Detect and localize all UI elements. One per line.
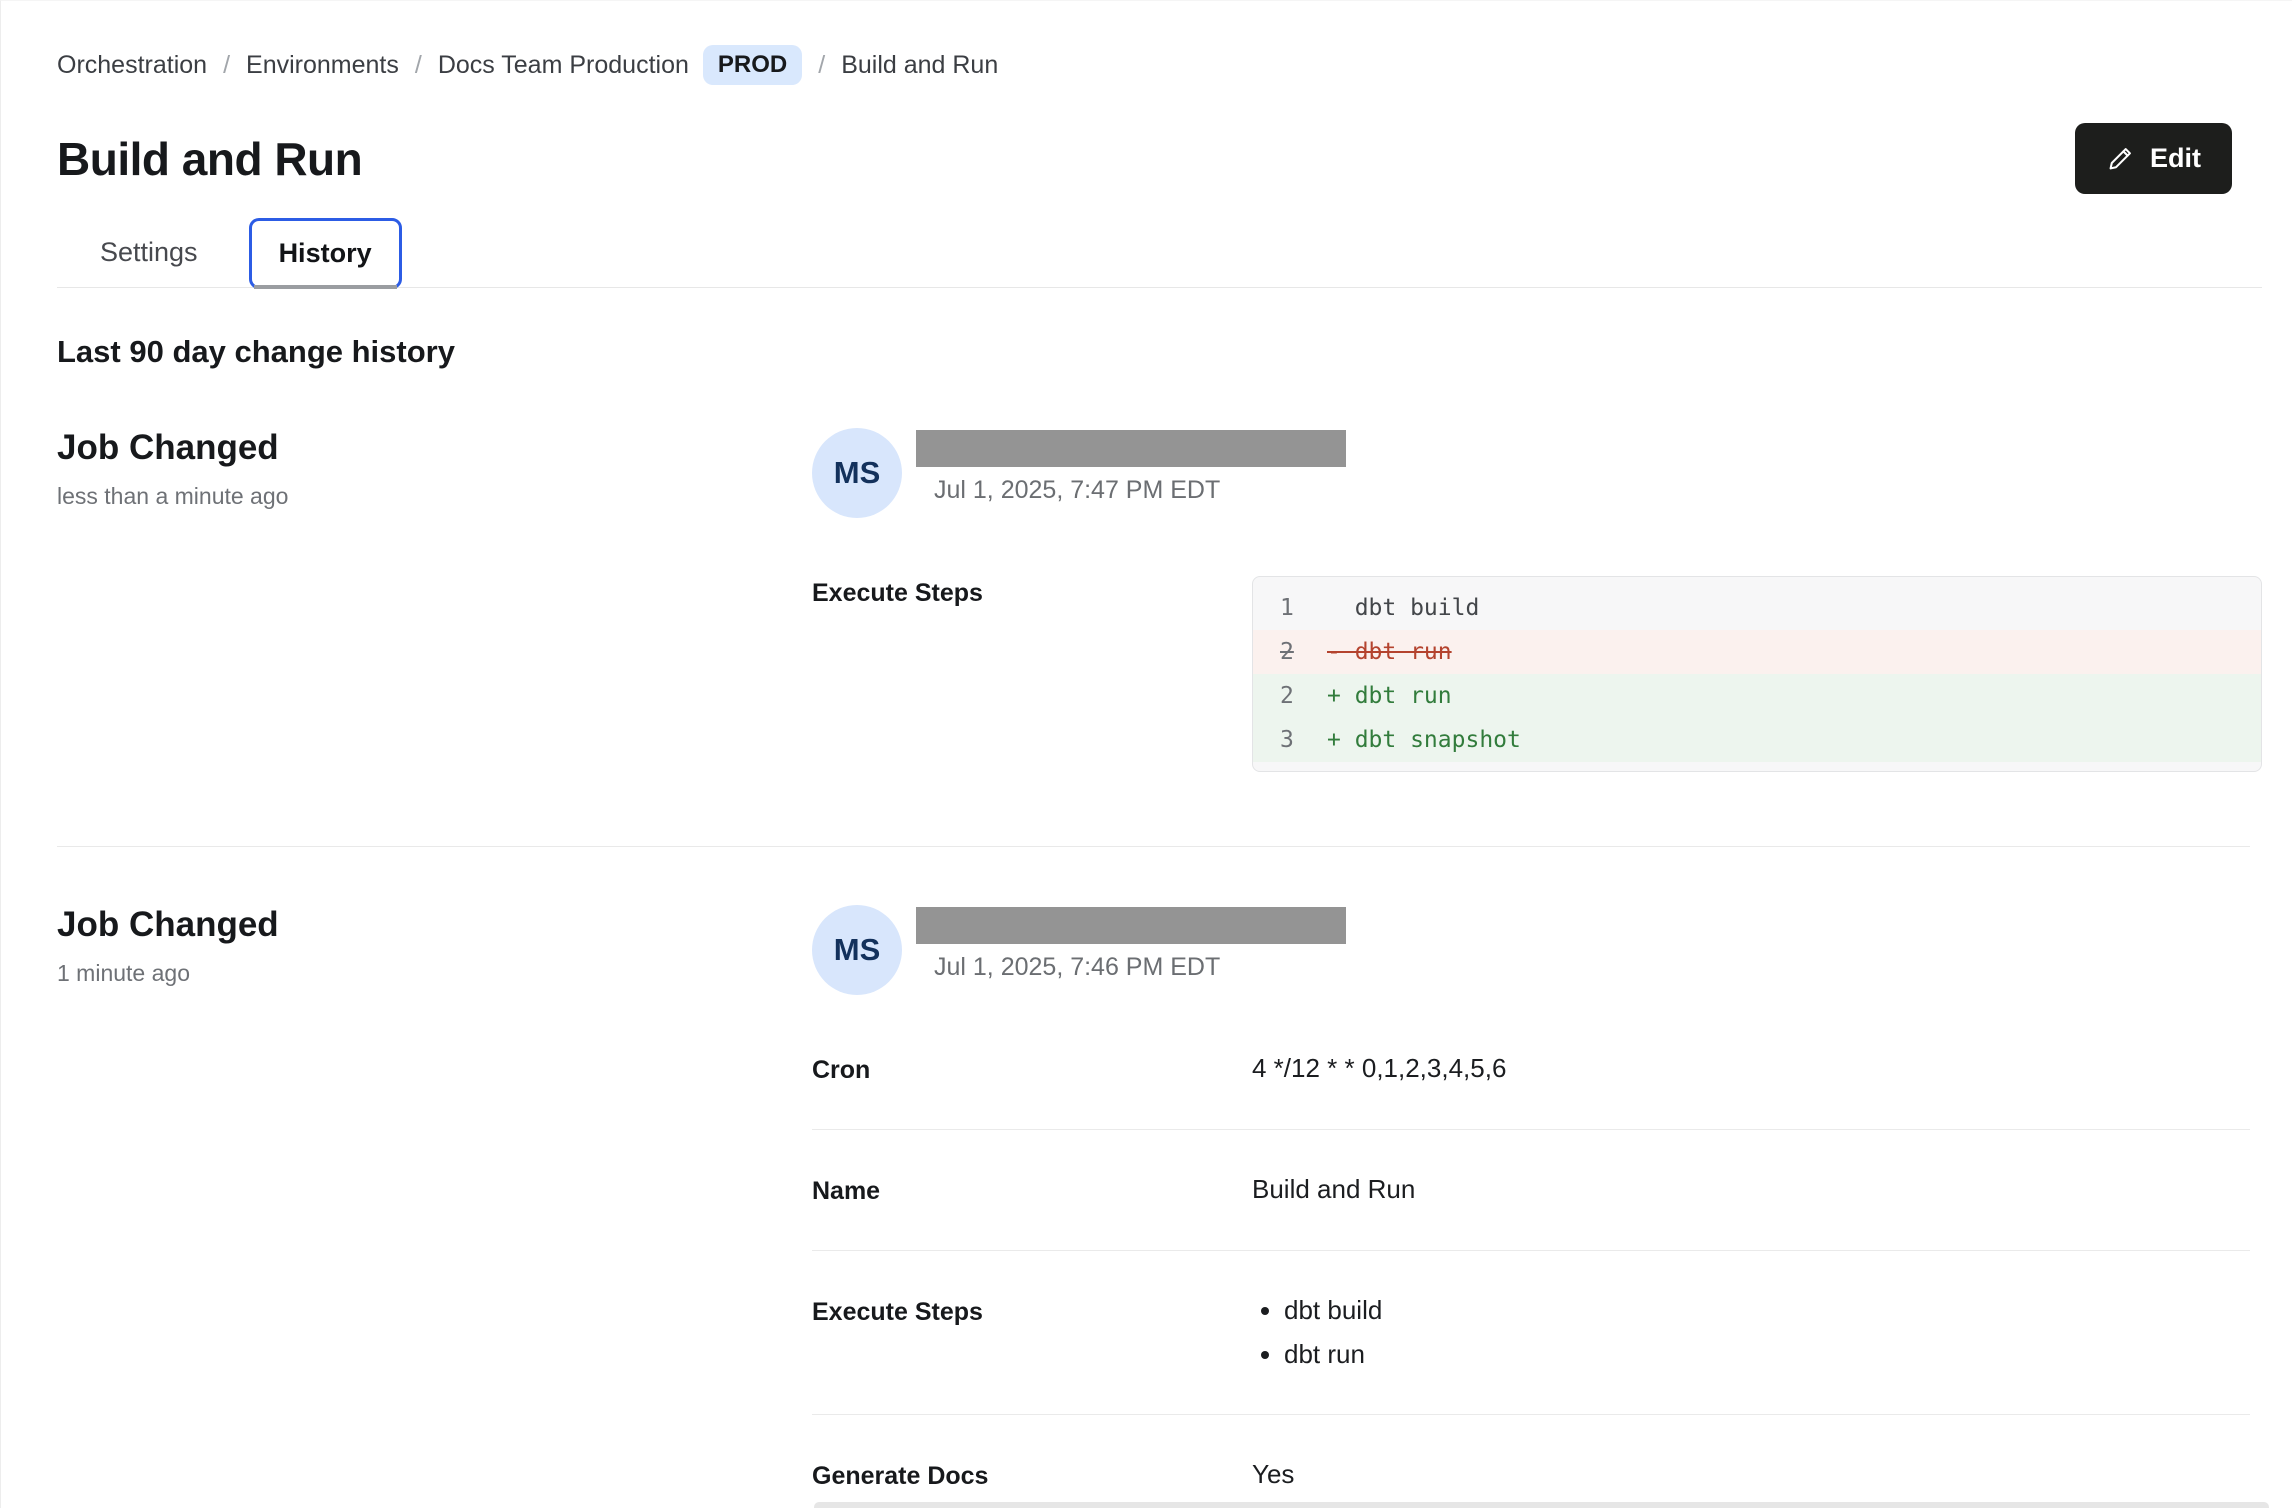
- breadcrumb-orchestration[interactable]: Orchestration: [57, 51, 207, 80]
- field-label: Generate Docs: [812, 1459, 1252, 1491]
- entry-relative-time: less than a minute ago: [57, 483, 812, 510]
- page-title: Build and Run: [57, 132, 362, 186]
- field-row: Execute Steps1 dbt build 2 - dbt run 2 + dbt…: [812, 576, 2250, 782]
- pencil-icon: [2106, 144, 2135, 173]
- diff-line-removed: 2 - dbt run: [1253, 630, 2261, 674]
- diff-line-code: - dbt run: [1327, 630, 1452, 674]
- job-history-page: Orchestration / Environments / Docs Team…: [0, 0, 2292, 1508]
- entry-fields: Cron4 */12 * * 0,1,2,3,4,5,6NameBuild an…: [812, 1053, 2262, 1501]
- breadcrumb-current-page: Build and Run: [841, 51, 998, 80]
- breadcrumb-separator: /: [415, 51, 422, 80]
- list-item: dbt build: [1284, 1295, 2250, 1326]
- field-label: Execute Steps: [812, 576, 1252, 772]
- history-entry: Job Changed less than a minute agoMS Jul 1…: [57, 428, 2262, 782]
- field-value: 4 */12 * * 0,1,2,3,4,5,6: [1252, 1053, 2250, 1085]
- diff-line-number: 2: [1253, 674, 1297, 718]
- page-header: Build and Run Edit: [57, 123, 2262, 194]
- diff-line-added: 2 + dbt run: [1253, 674, 2261, 718]
- diff-line-code: + dbt snapshot: [1327, 718, 1521, 762]
- entry-timestamp: Jul 1, 2025, 7:46 PM EDT: [916, 953, 1346, 982]
- field-value: dbt build dbt run: [1252, 1295, 2250, 1370]
- field-row: Generate DocsYes: [812, 1414, 2250, 1501]
- entry-fields: Execute Steps1 dbt build2- dbt run2+ dbt…: [812, 576, 2262, 782]
- entry-detail: MS Jul 1, 2025, 7:47 PM EDT Execute Steps1…: [812, 428, 2262, 782]
- field-label: Execute Steps: [812, 1295, 1252, 1370]
- tab-bar: Settings History: [57, 218, 2262, 288]
- diff-line-context: 1 dbt build: [1253, 586, 2261, 630]
- entry-divider: [57, 846, 2250, 847]
- field-row: Cron4 */12 * * 0,1,2,3,4,5,6: [812, 1053, 2250, 1129]
- field-row: NameBuild and Run: [812, 1129, 2250, 1250]
- breadcrumb: Orchestration / Environments / Docs Team…: [57, 1, 2262, 85]
- entry-detail: MS Jul 1, 2025, 7:46 PM EDT Cron4 */12 * *…: [812, 905, 2262, 1501]
- field-value: Build and Run: [1252, 1174, 2250, 1206]
- breadcrumb-separator: /: [223, 51, 230, 80]
- field-row: Execute Steps dbt build dbt run: [812, 1250, 2250, 1414]
- entry-timestamp: Jul 1, 2025, 7:47 PM EDT: [916, 476, 1346, 505]
- diff-line-number: 3: [1253, 718, 1297, 762]
- list-item: dbt run: [1284, 1339, 2250, 1370]
- breadcrumb-environment-name[interactable]: Docs Team Production: [438, 51, 689, 80]
- tab-settings[interactable]: Settings: [73, 220, 225, 285]
- section-heading: Last 90 day change history: [57, 334, 2262, 370]
- breadcrumb-environments[interactable]: Environments: [246, 51, 399, 80]
- entry-title: Job Changed: [57, 428, 812, 468]
- breadcrumb-separator: /: [818, 51, 825, 80]
- entry-author-row: MS Jul 1, 2025, 7:46 PM EDT: [812, 905, 2262, 995]
- cutoff-next-element: [814, 1502, 2269, 1508]
- entry-relative-time: 1 minute ago: [57, 960, 812, 987]
- diff-line-number: 2: [1253, 630, 1297, 674]
- author-block: Jul 1, 2025, 7:46 PM EDT: [916, 905, 1346, 995]
- diff-line-number: 1: [1253, 586, 1297, 630]
- prod-badge: PROD: [703, 45, 802, 85]
- diff-line-added: 3 + dbt snapshot: [1253, 718, 2261, 762]
- diff-line-code: + dbt run: [1327, 674, 1452, 718]
- edit-button[interactable]: Edit: [2075, 123, 2232, 194]
- entry-title: Job Changed: [57, 905, 812, 945]
- author-block: Jul 1, 2025, 7:47 PM EDT: [916, 428, 1346, 518]
- entry-summary: Job Changed less than a minute ago: [57, 428, 812, 782]
- entry-author-row: MS Jul 1, 2025, 7:47 PM EDT: [812, 428, 2262, 518]
- execute-steps-diff: 1 dbt build2- dbt run2+ dbt run3+ dbt sn…: [1252, 576, 2262, 772]
- history-entry: Job Changed 1 minute agoMS Jul 1, 2025, 7:…: [57, 905, 2262, 1501]
- redacted-author-name: [916, 907, 1346, 944]
- change-history-list: Job Changedless than a minute agoMSJul 1…: [57, 428, 2262, 1501]
- field-value-list: dbt build dbt run: [1252, 1295, 2250, 1370]
- tab-history[interactable]: History: [249, 218, 402, 289]
- edit-button-label: Edit: [2150, 143, 2201, 174]
- diff-line-code: dbt build: [1327, 586, 1479, 630]
- avatar: MS: [812, 428, 902, 518]
- field-value: Yes: [1252, 1459, 2250, 1491]
- field-label: Name: [812, 1174, 1252, 1206]
- avatar: MS: [812, 905, 902, 995]
- field-value: 1 dbt build 2 - dbt run 2 + dbt run 3 + dbt sn…: [1252, 576, 2250, 772]
- redacted-author-name: [916, 430, 1346, 467]
- field-label: Cron: [812, 1053, 1252, 1085]
- entry-summary: Job Changed 1 minute ago: [57, 905, 812, 1501]
